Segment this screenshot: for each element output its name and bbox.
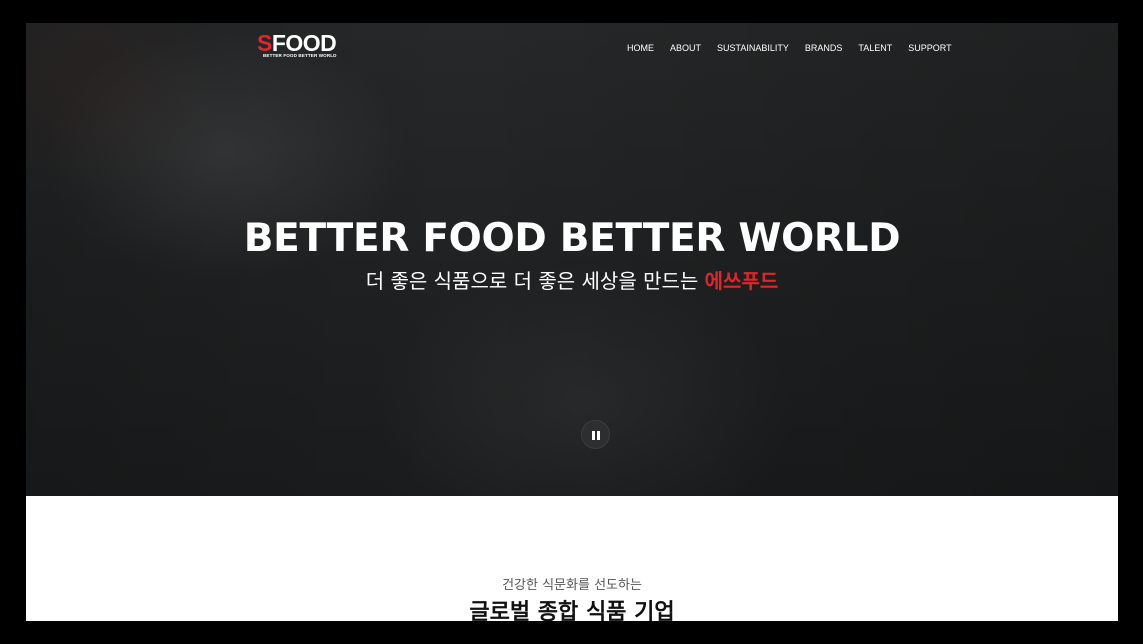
hero-subtitle-brand: 에쓰푸드 [704,269,779,293]
nav-item-about[interactable]: ABOUT [670,41,701,55]
nav-item-talent[interactable]: TALENT [858,41,892,55]
hero-title: BETTER FOOD BETTER WORLD [243,216,901,261]
hero-subtitle-text: 더 좋은 식품으로 더 좋은 세상을 만드는 [365,269,705,293]
intro-kicker: 건강한 식문화를 선도하는 [502,578,642,593]
nav-item-home[interactable]: HOME [627,41,654,55]
nav-item-support[interactable]: SUPPORT [908,41,951,55]
pause-icon-bar-right [597,431,600,440]
pause-icon-bar-left [592,431,595,440]
hero-banner: SFOOD BETTER FOOD BETTER WORLD HOME ABOU… [26,23,1118,496]
hero-subtitle: 더 좋은 식품으로 더 좋은 세상을 만드는 에쓰푸드 [26,267,1118,295]
nav-item-brands[interactable]: BRANDS [805,41,843,55]
browser-viewport: SFOOD BETTER FOOD BETTER WORLD HOME ABOU… [26,23,1118,621]
pause-button[interactable] [581,420,610,449]
intro-heading: 글로벌 종합 식품 기업 [469,600,675,621]
logo-wordmark: SFOOD [257,31,337,55]
nav-item-sustainability[interactable]: SUSTAINABILITY [717,41,789,55]
intro-section: 건강한 식문화를 선도하는 글로벌 종합 식품 기업 [26,496,1118,621]
site-logo[interactable]: SFOOD BETTER FOOD BETTER WORLD [257,31,357,63]
main-nav: HOME ABOUT SUSTAINABILITY BRANDS TALENT … [627,41,968,55]
logo-tagline: BETTER FOOD BETTER WORLD [263,53,337,58]
